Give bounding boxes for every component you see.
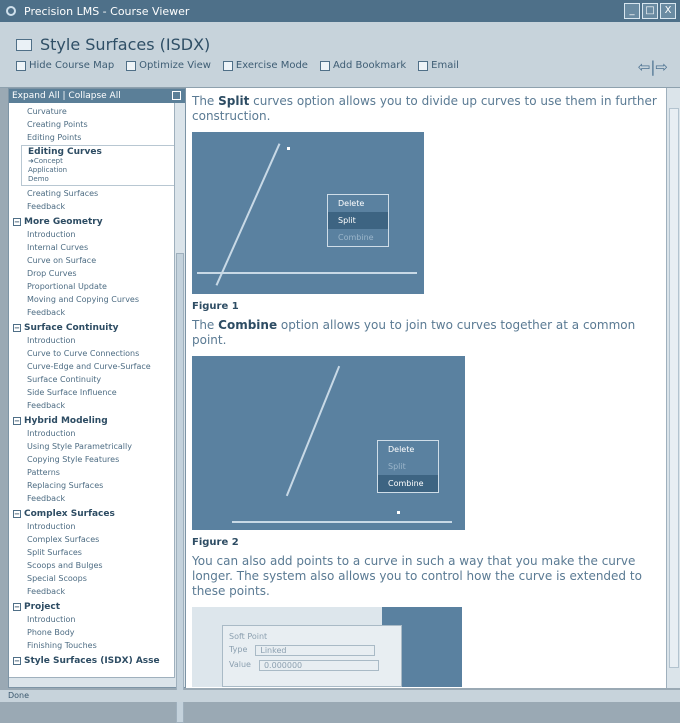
tree-item[interactable]: Introduction	[13, 228, 175, 241]
exercise-icon	[222, 60, 233, 71]
tree-item[interactable]: Using Style Parametrically	[13, 440, 175, 453]
course-title: Style Surfaces (ISDX)	[40, 35, 211, 54]
tree-item[interactable]: Patterns	[13, 466, 175, 479]
course-header: Style Surfaces (ISDX) Hide Course Map Op…	[0, 22, 680, 88]
tree-section[interactable]: − Hybrid Modeling	[13, 414, 175, 427]
course-map-panel: Expand All | Collapse All Curvature Crea…	[8, 88, 186, 723]
tree-hscrollbar[interactable]	[9, 677, 175, 687]
tree-item[interactable]: Replacing Surfaces	[13, 479, 175, 492]
status-bar: Done	[0, 690, 680, 702]
tree-item[interactable]: Introduction	[13, 427, 175, 440]
tree-section[interactable]: − Project	[13, 600, 175, 613]
figure-2-image: Delete Split Combine	[192, 356, 465, 530]
checkbox-icon	[16, 60, 26, 71]
tree-item[interactable]: Split Surfaces	[13, 546, 175, 559]
tree-item[interactable]: Side Surface Influence	[13, 386, 175, 399]
collapse-icon[interactable]: −	[13, 323, 21, 332]
hide-course-map-button[interactable]: Hide Course Map	[16, 60, 114, 71]
add-bookmark-button[interactable]: Add Bookmark	[319, 60, 406, 71]
figure-2-caption: Figure 2	[192, 537, 239, 548]
tree-item[interactable]: Introduction	[13, 520, 175, 533]
course-tree: Curvature Creating Points Editing Points…	[9, 105, 175, 671]
context-menu: Delete Split Combine	[327, 194, 389, 247]
collapse-icon[interactable]: −	[13, 602, 21, 611]
lesson-content: The Split curves option allows you to di…	[186, 88, 666, 688]
tree-item-selected[interactable]: Editing Curves ➜Concept Application Demo	[21, 145, 175, 186]
tree-item[interactable]: Creating Points	[13, 118, 175, 131]
course-icon	[16, 38, 32, 51]
figure-1-caption: Figure 1	[192, 301, 239, 312]
close-button[interactable]: X	[660, 3, 676, 19]
paragraph-extend: You can also add points to a curve in su…	[192, 554, 642, 598]
content-scroll-thumb[interactable]	[669, 108, 679, 668]
bookmark-icon	[319, 60, 330, 71]
tree-item[interactable]: Curve to Curve Connections	[13, 347, 175, 360]
collapse-icon[interactable]: −	[13, 217, 21, 226]
tree-item[interactable]: Internal Curves	[13, 241, 175, 254]
window-title: Precision LMS - Course Viewer	[24, 4, 190, 18]
tree-item[interactable]: Editing Points	[13, 131, 175, 144]
tree-item[interactable]: Proportional Update	[13, 280, 175, 293]
tree-item[interactable]: Phone Body	[13, 626, 175, 639]
page-nav-arrows[interactable]: ⇦|⇨	[638, 58, 668, 76]
tree-item[interactable]: Feedback	[13, 399, 175, 412]
tree-item[interactable]: Feedback	[13, 492, 175, 505]
tree-scrollbar[interactable]	[174, 103, 185, 723]
paragraph-split: The Split curves option allows you to di…	[192, 94, 657, 123]
tree-item[interactable]: Scoops and Bulges	[13, 559, 175, 572]
figure-3-image: Soft Point Type Linked Value 0.000000	[192, 607, 462, 687]
title-bar: Precision LMS - Course Viewer _ □ X	[0, 0, 680, 22]
expand-collapse-bar[interactable]: Expand All | Collapse All	[9, 89, 185, 103]
tree-section[interactable]: − Surface Continuity	[13, 321, 175, 334]
paragraph-combine: The Combine option allows you to join tw…	[192, 318, 636, 347]
optimize-view-button[interactable]: Optimize View	[126, 60, 211, 71]
tree-item[interactable]: Introduction	[13, 334, 175, 347]
panel-checkbox[interactable]	[172, 91, 181, 100]
tree-item[interactable]: Feedback	[13, 200, 175, 213]
toolbar: Hide Course Map Optimize View Exercise M…	[16, 60, 459, 71]
tree-section[interactable]: − Style Surfaces (ISDX) Asse	[13, 654, 175, 667]
view-icon	[126, 60, 137, 71]
tree-section[interactable]: − Complex Surfaces	[13, 507, 175, 520]
tree-item[interactable]: Feedback	[13, 585, 175, 598]
tree-item[interactable]: Curve-Edge and Curve-Surface	[13, 360, 175, 373]
tree-item[interactable]: Creating Surfaces	[13, 187, 175, 200]
figure-1-image: Delete Split Combine	[192, 132, 424, 294]
collapse-icon[interactable]: −	[13, 656, 21, 665]
tree-item[interactable]: Curvature	[13, 105, 175, 118]
tree-item[interactable]: Complex Surfaces	[13, 533, 175, 546]
minimize-button[interactable]: _	[624, 3, 640, 19]
tree-item[interactable]: Feedback	[13, 306, 175, 319]
tree-item[interactable]: Finishing Touches	[13, 639, 175, 652]
email-button[interactable]: Email	[418, 60, 459, 71]
tree-item[interactable]: Drop Curves	[13, 267, 175, 280]
context-menu: Delete Split Combine	[377, 440, 439, 493]
collapse-icon[interactable]: −	[13, 509, 21, 518]
tree-item[interactable]: Introduction	[13, 613, 175, 626]
app-icon	[6, 6, 16, 16]
tree-item[interactable]: Surface Continuity	[13, 373, 175, 386]
tree-section[interactable]: − More Geometry	[13, 215, 175, 228]
maximize-button[interactable]: □	[642, 3, 658, 19]
tree-item[interactable]: Special Scoops	[13, 572, 175, 585]
exercise-mode-button[interactable]: Exercise Mode	[222, 60, 308, 71]
tree-item[interactable]: Moving and Copying Curves	[13, 293, 175, 306]
content-scrollbar[interactable]	[666, 88, 680, 688]
collapse-icon[interactable]: −	[13, 416, 21, 425]
scroll-thumb[interactable]	[176, 253, 184, 723]
tree-item[interactable]: Copying Style Features	[13, 453, 175, 466]
tree-item[interactable]: Curve on Surface	[13, 254, 175, 267]
email-icon	[418, 60, 429, 71]
